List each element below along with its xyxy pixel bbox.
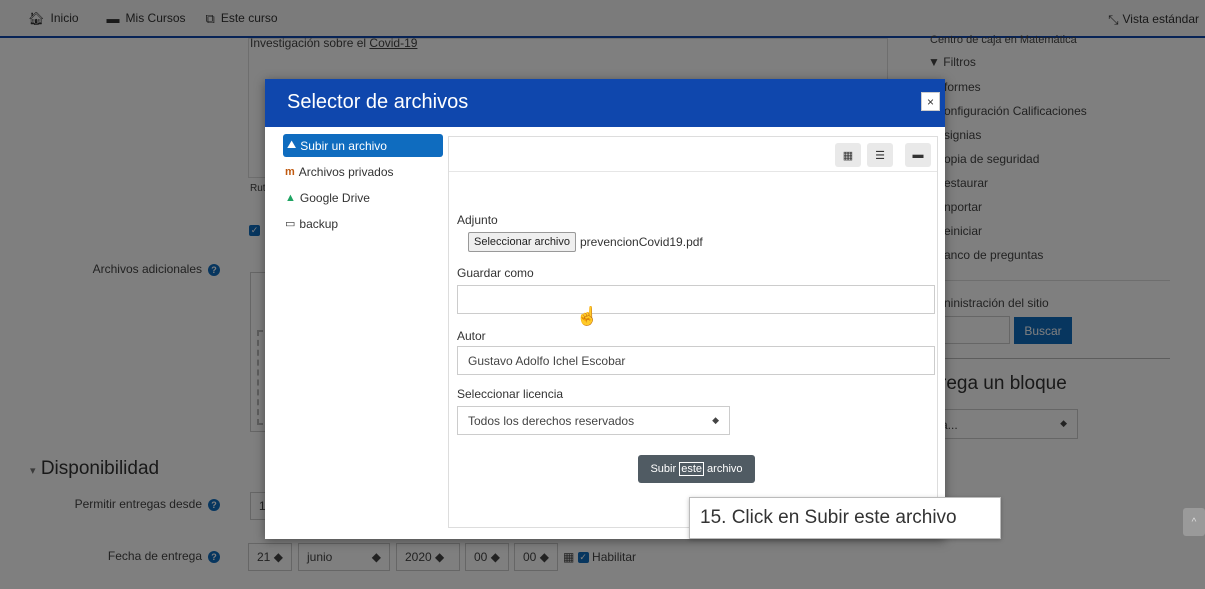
save-as-label: Guardar como <box>457 266 534 280</box>
private-files-icon: m <box>285 165 295 178</box>
select-file-button[interactable]: Seleccionar archivo <box>468 232 576 252</box>
grid-icon: ▦ <box>842 149 854 162</box>
license-select[interactable]: Todos los derechos reservados ◆ <box>457 406 730 435</box>
scroll-to-top-button[interactable]: ^ <box>1183 508 1205 536</box>
close-icon: × <box>926 94 934 109</box>
repo-google-drive[interactable]: ▲ Google Drive <box>283 186 443 209</box>
repo-upload[interactable]: ⛰ Subir un archivo <box>283 134 443 157</box>
upload-button-text-highlight: este <box>679 462 704 476</box>
modal-header: Selector de archivos × <box>265 79 945 127</box>
author-label: Autor <box>457 329 486 343</box>
google-drive-icon: ▲ <box>285 191 296 204</box>
hand-cursor-icon: ☝ <box>576 306 599 326</box>
author-input[interactable]: Gustavo Adolfo Ichel Escobar <box>457 346 935 375</box>
backup-icon: ▭ <box>285 218 296 230</box>
list-icon: ☰ <box>875 149 885 162</box>
upload-file-button[interactable]: Subir este archivo <box>638 455 755 483</box>
upload-icon: ⛰ <box>287 139 297 151</box>
repo-backup-label: backup <box>299 216 339 231</box>
select-caret-icon: ◆ <box>712 415 719 425</box>
repo-private-files-label: Archivos privados <box>298 164 394 179</box>
view-toolbar: ▦ ☰ ▬ <box>449 137 937 172</box>
tooltip-arrow <box>696 487 708 497</box>
repo-upload-label: Subir un archivo <box>300 138 387 153</box>
save-as-input[interactable] <box>457 285 935 314</box>
tree-view-button[interactable]: ▬ <box>905 143 931 167</box>
file-picker-main: ▦ ☰ ▬ Adjunto Seleccionar archivo preven… <box>448 136 938 528</box>
repo-google-drive-label: Google Drive <box>299 190 370 205</box>
selected-file-name: prevencionCovid19.pdf <box>580 235 703 249</box>
folder-icon: ▬ <box>912 149 924 161</box>
upload-button-text-pre: Subir <box>650 463 680 475</box>
list-view-button[interactable]: ☰ <box>867 143 893 167</box>
icon-view-button[interactable]: ▦ <box>835 143 861 167</box>
attachment-label: Adjunto <box>457 213 498 227</box>
license-select-value: Todos los derechos reservados <box>468 414 635 428</box>
repo-backup[interactable]: ▭ backup <box>283 212 443 235</box>
close-button[interactable]: × <box>921 92 940 111</box>
tutorial-tooltip: 15. Click en Subir este archivo <box>689 497 1001 539</box>
license-label: Seleccionar licencia <box>457 387 564 401</box>
file-picker-dialog: Selector de archivos × ⛰ Subir un archiv… <box>265 79 945 539</box>
repo-private-files[interactable]: m Archivos privados <box>283 160 443 183</box>
upload-button-text-post: archivo <box>704 463 743 475</box>
repository-list: ⛰ Subir un archivo m Archivos privados ▲… <box>283 134 443 238</box>
modal-title: Selector de archivos <box>287 91 469 113</box>
file-input: Seleccionar archivo prevencionCovid19.pd… <box>468 232 703 252</box>
